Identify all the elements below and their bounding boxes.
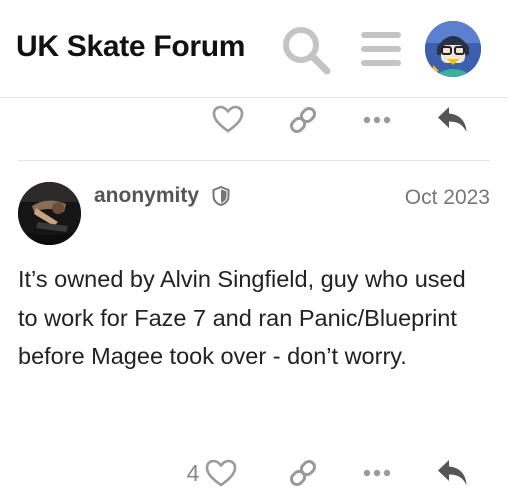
post-username[interactable]: anonymity: [94, 184, 199, 208]
site-header: UK Skate Forum: [0, 0, 508, 98]
copy-link-button[interactable]: [286, 456, 320, 490]
ellipsis-icon: [363, 116, 391, 124]
hamburger-menu-icon[interactable]: [358, 30, 404, 68]
reply-arrow-icon: [438, 460, 467, 485]
previous-post-actions: [0, 100, 508, 140]
user-avatar[interactable]: [425, 21, 481, 77]
like-button[interactable]: [210, 102, 246, 136]
post-actions: 4: [0, 452, 508, 492]
post-divider: [18, 160, 490, 161]
like-button[interactable]: 4: [176, 454, 248, 492]
reply-button[interactable]: [434, 103, 472, 137]
reply-arrow-icon: [438, 107, 467, 132]
ellipsis-icon: [363, 469, 391, 477]
reply-button[interactable]: [434, 456, 472, 490]
post-body: It’s owned by Alvin Singfield, guy who u…: [18, 266, 466, 369]
link-icon: [289, 106, 317, 134]
like-count: 4: [186, 459, 200, 486]
link-icon: [289, 459, 317, 487]
heart-icon: [212, 105, 244, 133]
search-icon[interactable]: [281, 25, 333, 75]
heart-icon: [206, 459, 237, 487]
more-options-button[interactable]: [360, 458, 394, 488]
copy-link-button[interactable]: [286, 103, 320, 137]
site-title[interactable]: UK Skate Forum: [16, 30, 245, 64]
post-author-avatar[interactable]: [18, 182, 81, 245]
more-options-button[interactable]: [360, 105, 394, 135]
post-date[interactable]: Oct 2023: [380, 186, 490, 210]
shield-icon: [212, 186, 230, 206]
